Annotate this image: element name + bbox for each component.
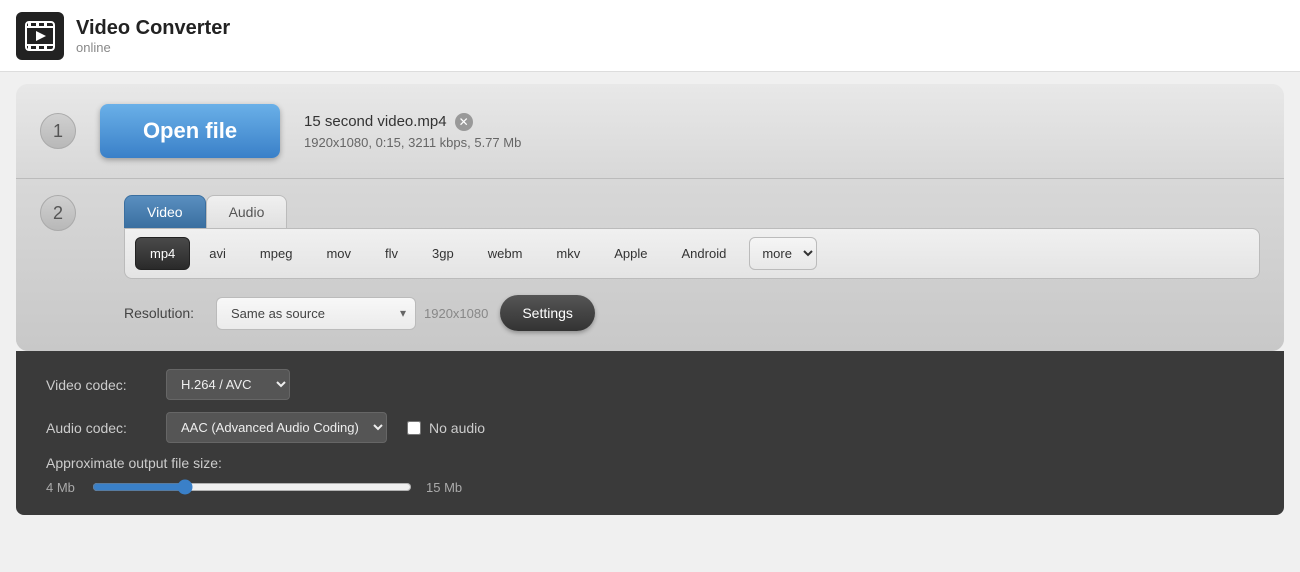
format-btn-mov[interactable]: mov bbox=[311, 237, 366, 270]
no-audio-checkbox[interactable] bbox=[407, 421, 421, 435]
video-codec-label: Video codec: bbox=[46, 377, 156, 393]
app-title-group: Video Converter online bbox=[76, 17, 230, 55]
no-audio-row: No audio bbox=[407, 420, 485, 436]
step2-top: 2 Video Audio mp4 avi bbox=[40, 195, 1260, 331]
format-btn-webm[interactable]: webm bbox=[473, 237, 538, 270]
no-audio-label: No audio bbox=[429, 420, 485, 436]
resolution-row: Resolution: Same as source 1920x1080 128… bbox=[124, 295, 1260, 331]
resolution-select[interactable]: Same as source 1920x1080 1280x720 854x48… bbox=[216, 297, 416, 330]
filesize-max: 15 Mb bbox=[426, 480, 462, 495]
format-btn-apple[interactable]: Apple bbox=[599, 237, 662, 270]
format-btn-avi[interactable]: avi bbox=[194, 237, 241, 270]
app-header: Video Converter online bbox=[0, 0, 1300, 72]
film-icon bbox=[24, 20, 56, 52]
audio-codec-row: Audio codec: AAC (Advanced Audio Coding)… bbox=[46, 412, 1254, 443]
format-btn-mp4[interactable]: mp4 bbox=[135, 237, 190, 270]
filesize-label: Approximate output file size: bbox=[46, 455, 1254, 471]
audio-codec-select[interactable]: AAC (Advanced Audio Coding) MP3 OGG FLAC bbox=[166, 412, 387, 443]
filesize-row: Approximate output file size: 4 Mb 15 Mb bbox=[46, 455, 1254, 495]
audio-codec-label: Audio codec: bbox=[46, 420, 156, 436]
filesize-slider[interactable] bbox=[92, 479, 412, 495]
settings-button[interactable]: Settings bbox=[500, 295, 595, 331]
app-title: Video Converter bbox=[76, 17, 230, 40]
tab-video[interactable]: Video bbox=[124, 195, 206, 228]
file-meta-text: 1920x1080, 0:15, 3211 kbps, 5.77 Mb bbox=[304, 135, 521, 150]
filesize-min: 4 Mb bbox=[46, 480, 78, 495]
video-codec-row: Video codec: H.264 / AVC H.265 / HEVC MP… bbox=[46, 369, 1254, 400]
file-info: 15 second video.mp4 ✕ 1920x1080, 0:15, 3… bbox=[304, 113, 521, 150]
media-tabs: Video Audio bbox=[124, 195, 1260, 228]
format-tabs-wrapper: Video Audio mp4 avi mpeg mov flv 3gp bbox=[124, 195, 1260, 331]
resolution-extra-value: 1920x1080 bbox=[424, 306, 488, 321]
video-codec-select[interactable]: H.264 / AVC H.265 / HEVC MPEG-4 VP9 bbox=[166, 369, 290, 400]
tab-audio[interactable]: Audio bbox=[206, 195, 288, 228]
open-file-button[interactable]: Open file bbox=[100, 104, 280, 158]
step2-section: 2 Video Audio mp4 avi bbox=[16, 179, 1284, 351]
format-btn-android[interactable]: Android bbox=[667, 237, 742, 270]
app-logo bbox=[16, 12, 64, 60]
filesize-slider-row: 4 Mb 15 Mb bbox=[46, 479, 1254, 495]
file-name-text: 15 second video.mp4 bbox=[304, 113, 447, 130]
step1-section: 1 Open file 15 second video.mp4 ✕ 1920x1… bbox=[16, 84, 1284, 179]
close-file-button[interactable]: ✕ bbox=[455, 113, 473, 131]
resolution-select-wrapper: Same as source 1920x1080 1280x720 854x48… bbox=[216, 297, 416, 330]
file-name-row: 15 second video.mp4 ✕ bbox=[304, 113, 521, 131]
step2-number: 2 bbox=[40, 195, 76, 231]
format-btn-mpeg[interactable]: mpeg bbox=[245, 237, 308, 270]
main-content: 1 Open file 15 second video.mp4 ✕ 1920x1… bbox=[0, 84, 1300, 515]
format-btn-mkv[interactable]: mkv bbox=[541, 237, 595, 270]
format-buttons-row: mp4 avi mpeg mov flv 3gp webm mkv Apple … bbox=[124, 228, 1260, 279]
format-more-select[interactable]: more bbox=[749, 237, 817, 270]
settings-panel: Video codec: H.264 / AVC H.265 / HEVC MP… bbox=[16, 351, 1284, 515]
step-panel: 1 Open file 15 second video.mp4 ✕ 1920x1… bbox=[16, 84, 1284, 351]
format-btn-flv[interactable]: flv bbox=[370, 237, 413, 270]
app-subtitle: online bbox=[76, 40, 230, 55]
resolution-label: Resolution: bbox=[124, 305, 204, 321]
step1-number: 1 bbox=[40, 113, 76, 149]
format-btn-3gp[interactable]: 3gp bbox=[417, 237, 469, 270]
